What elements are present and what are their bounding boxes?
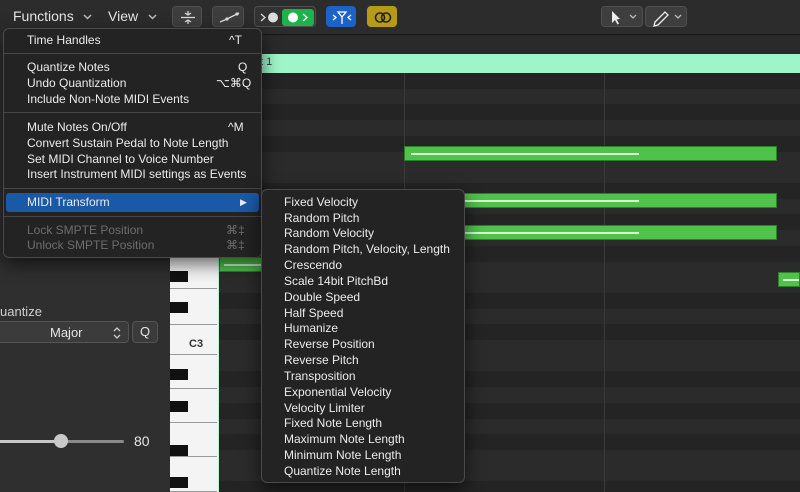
submenu-item-half-speed[interactable]: Half Speed bbox=[284, 305, 343, 321]
submenu-item-random-pitch[interactable]: Random Pitch bbox=[284, 210, 359, 226]
submenu-item-random-velocity[interactable]: Random Velocity bbox=[284, 225, 374, 241]
piano-black-key[interactable] bbox=[170, 477, 188, 488]
collapse-button[interactable] bbox=[172, 6, 202, 27]
submenu-item-minimum-note-length[interactable]: Minimum Note Length bbox=[284, 447, 401, 463]
piano-black-key[interactable] bbox=[170, 401, 188, 412]
automation-button[interactable] bbox=[212, 6, 244, 27]
pencil-tool-button[interactable] bbox=[645, 6, 687, 27]
piano-black-key[interactable] bbox=[170, 369, 188, 380]
menu-item-mute-notes[interactable]: Mute Notes On/Off bbox=[27, 119, 127, 135]
midi-in-icon bbox=[260, 9, 314, 26]
menu-separator bbox=[4, 216, 261, 217]
velocity-line bbox=[783, 279, 799, 281]
midi-transform-submenu: Fixed Velocity Random Pitch Random Veloc… bbox=[261, 189, 465, 483]
velocity-value: 80 bbox=[134, 433, 150, 449]
menu-item-time-handles[interactable]: Time Handles bbox=[27, 32, 101, 48]
collapse-icon bbox=[181, 11, 195, 24]
submenu-item-maximum-note-length[interactable]: Maximum Note Length bbox=[284, 431, 405, 447]
catch-playhead-icon bbox=[332, 11, 352, 24]
pencil-icon bbox=[653, 11, 682, 27]
submenu-item-scale-pitchbend[interactable]: Scale 14bit PitchBd bbox=[284, 273, 388, 289]
piano-black-key[interactable] bbox=[170, 271, 188, 282]
midi-in-button[interactable] bbox=[254, 6, 316, 27]
shortcut: Q bbox=[238, 60, 248, 74]
menu-item-quantize-notes[interactable]: Quantize Notes bbox=[27, 59, 110, 75]
menu-item-undo-quantization[interactable]: Undo Quantization bbox=[27, 75, 126, 91]
menu-item-unlock-smpte: Unlock SMPTE Position bbox=[27, 238, 155, 252]
menu-separator bbox=[4, 188, 261, 189]
submenu-item-humanize[interactable]: Humanize bbox=[284, 320, 338, 336]
menu-separator bbox=[4, 112, 261, 113]
menu-item-midi-transform[interactable]: MIDI Transform bbox=[27, 194, 110, 210]
quantize-q-button[interactable]: Q bbox=[132, 321, 158, 343]
pointer-tool-button[interactable] bbox=[601, 6, 643, 27]
shortcut: ^M bbox=[228, 120, 244, 134]
link-button[interactable] bbox=[367, 6, 397, 27]
functions-menu: Time Handles ^T Quantize Notes Q Undo Qu… bbox=[3, 28, 262, 258]
scale-value: Major bbox=[50, 325, 83, 340]
velocity-slider-knob[interactable] bbox=[54, 434, 68, 448]
catch-playhead-button[interactable] bbox=[326, 6, 356, 27]
quantize-label: uantize bbox=[0, 304, 42, 319]
menu-item-set-midi-channel[interactable]: Set MIDI Channel to Voice Number bbox=[27, 151, 214, 167]
shortcut: ⌘‡ bbox=[226, 223, 245, 237]
submenu-item-reverse-pitch[interactable]: Reverse Pitch bbox=[284, 352, 359, 368]
velocity-slider-fill bbox=[0, 440, 61, 443]
view-menu-button[interactable]: View bbox=[108, 6, 162, 27]
functions-menu-label: Functions bbox=[13, 8, 74, 24]
menu-item-convert-sustain-pedal[interactable]: Convert Sustain Pedal to Note Length bbox=[27, 135, 228, 151]
submenu-item-fixed-velocity[interactable]: Fixed Velocity bbox=[284, 194, 358, 210]
piano-black-key[interactable] bbox=[170, 302, 188, 313]
automation-curve-icon bbox=[219, 12, 240, 23]
submenu-item-reverse-position[interactable]: Reverse Position bbox=[284, 336, 375, 352]
midi-note[interactable] bbox=[404, 146, 777, 161]
shortcut: ⌘‡ bbox=[226, 238, 245, 252]
shortcut: ^T bbox=[229, 33, 242, 47]
timeline-ruler[interactable] bbox=[260, 36, 800, 54]
region-header[interactable]: t 1 bbox=[260, 54, 800, 73]
submenu-item-crescendo[interactable]: Crescendo bbox=[284, 257, 342, 273]
view-menu-label: View bbox=[108, 8, 139, 24]
submenu-item-transposition[interactable]: Transposition bbox=[284, 368, 356, 384]
submenu-item-double-speed[interactable]: Double Speed bbox=[284, 289, 360, 305]
pointer-arrow-icon bbox=[612, 11, 637, 25]
velocity-line bbox=[411, 153, 639, 155]
submenu-item-velocity-limiter[interactable]: Velocity Limiter bbox=[284, 400, 365, 416]
submenu-item-exponential-velocity[interactable]: Exponential Velocity bbox=[284, 384, 391, 400]
chevron-down-icon bbox=[148, 14, 157, 20]
piano-black-key[interactable] bbox=[170, 445, 188, 456]
submenu-item-quantize-note-length[interactable]: Quantize Note Length bbox=[284, 463, 401, 479]
midi-note[interactable] bbox=[778, 272, 800, 287]
submenu-arrow-icon: ▶ bbox=[240, 197, 247, 207]
menu-separator bbox=[4, 53, 261, 54]
submenu-item-fixed-note-length[interactable]: Fixed Note Length bbox=[284, 415, 382, 431]
up-down-chevron-icon bbox=[113, 327, 121, 339]
velocity-line bbox=[224, 264, 262, 266]
menu-item-insert-instrument-midi-settings[interactable]: Insert Instrument MIDI settings as Event… bbox=[27, 166, 246, 182]
shortcut: ⌥⌘Q bbox=[216, 76, 252, 90]
chevron-down-icon bbox=[83, 14, 92, 20]
scale-quantize-select[interactable]: Major bbox=[0, 321, 129, 343]
c3-key-label: C3 bbox=[189, 338, 204, 350]
link-icon bbox=[374, 12, 392, 23]
submenu-item-random-pitch-velocity-length[interactable]: Random Pitch, Velocity, Length bbox=[284, 241, 450, 257]
menu-item-lock-smpte: Lock SMPTE Position bbox=[27, 223, 144, 237]
functions-menu-button[interactable]: Functions bbox=[13, 6, 97, 27]
menu-item-include-non-note-events[interactable]: Include Non-Note MIDI Events bbox=[27, 91, 189, 107]
